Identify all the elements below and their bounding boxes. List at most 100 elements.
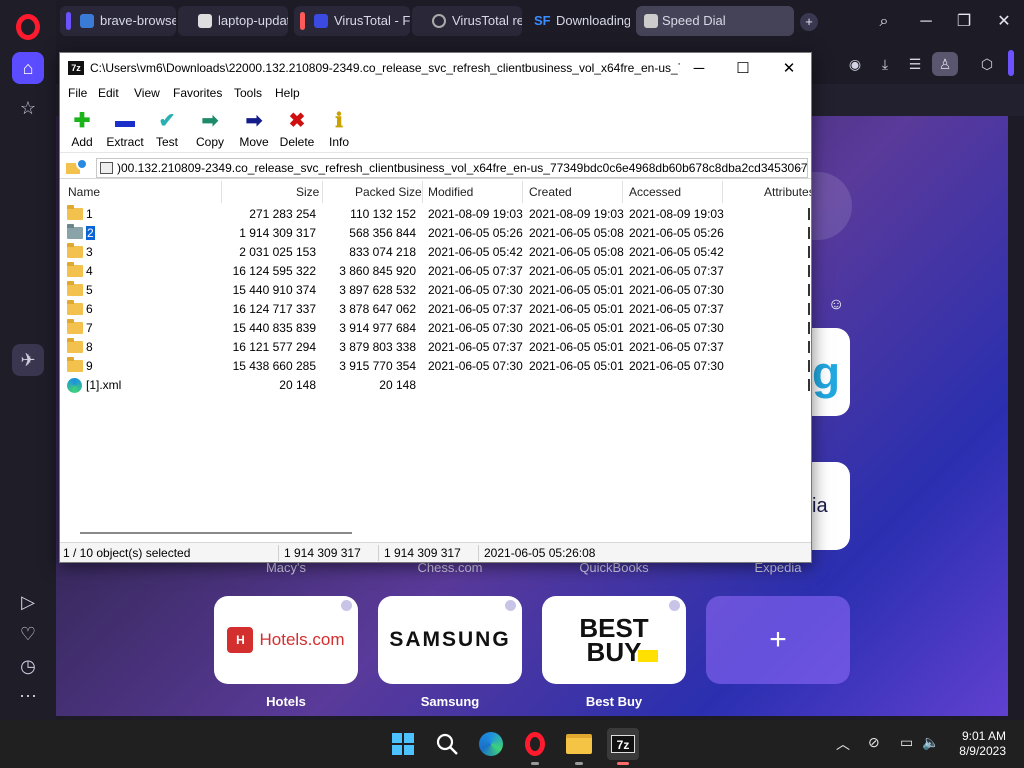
tab-brave-browser[interactable]: brave-browser: [60, 6, 176, 36]
table-row[interactable]: 9 15 438 660 285 3 915 770 354 2021-06-05 0…: [60, 357, 811, 376]
minimize-button[interactable]: ─: [676, 57, 722, 81]
bookmark-star-icon[interactable]: ☆: [12, 92, 44, 124]
extract-button[interactable]: ▬ Extract: [104, 109, 146, 151]
taskbar-7zip[interactable]: 7z: [607, 728, 639, 760]
tab-downloading[interactable]: SF Downloading: [526, 6, 630, 36]
volume-icon[interactable]: 🔈: [922, 734, 939, 751]
chevron-down-icon[interactable]: ⌵: [795, 159, 803, 177]
close-button[interactable]: ✕: [992, 10, 1016, 34]
menu-file[interactable]: File: [68, 86, 87, 100]
new-tab-button[interactable]: +: [800, 13, 818, 31]
clock[interactable]: 9:01 AM 8/9/2023: [959, 729, 1006, 759]
table-row[interactable]: 3 2 031 025 153 833 074 218 2021-06-05 05:4…: [60, 243, 811, 262]
column-name[interactable]: Name: [68, 185, 100, 199]
column-divider[interactable]: [422, 181, 423, 203]
heart-icon[interactable]: ♡: [12, 618, 44, 650]
speed-dial-tile-partial[interactable]: g: [810, 328, 850, 416]
tab-virustotal-report[interactable]: VirusTotal rep: [412, 6, 522, 36]
history-clock-icon[interactable]: ◷: [12, 650, 44, 682]
column-size[interactable]: Size: [296, 185, 319, 199]
menu-tools[interactable]: Tools: [234, 86, 262, 100]
toolbar: ✚ Add ▬ Extract ✔ Test ➡ Copy ➡ Move ✖ D…: [60, 105, 811, 153]
opera-logo-icon[interactable]: [16, 14, 40, 40]
tile-menu-dot[interactable]: [669, 600, 680, 611]
cell-size: 16 124 717 337: [232, 302, 316, 316]
tab-speed-dial[interactable]: Speed Dial: [636, 6, 794, 36]
taskbar-edge[interactable]: [475, 728, 507, 760]
table-row[interactable]: 1 271 283 254 110 132 152 2021-08-09 19:03 2…: [60, 205, 811, 224]
tile-label-samsung[interactable]: Samsung: [378, 694, 522, 709]
search-button[interactable]: [431, 728, 463, 760]
path-combobox[interactable]: )00.132.210809-2349.co_release_svc_refre…: [96, 158, 808, 178]
menu-edit[interactable]: Edit: [98, 86, 119, 100]
column-divider[interactable]: [622, 181, 623, 203]
account-icon[interactable]: ♙: [932, 52, 958, 76]
home-icon[interactable]: ⌂: [12, 52, 44, 84]
add-site-tile[interactable]: +: [706, 596, 850, 684]
move-button[interactable]: ➡ Move: [238, 109, 270, 151]
extensions-cube-icon[interactable]: ⬡: [974, 52, 1000, 76]
table-row[interactable]: 4 16 124 595 322 3 860 845 920 2021-06-05 0…: [60, 262, 811, 281]
menu-help[interactable]: Help: [275, 86, 300, 100]
menu-view[interactable]: View: [134, 86, 160, 100]
cell-packed-size: 3 914 977 684: [339, 321, 416, 335]
downloads-icon[interactable]: ⤓: [872, 52, 898, 76]
7zip-file-manager-window: 7z C:\Users\vm6\Downloads\22000.132.2108…: [59, 52, 812, 563]
network-offline-icon[interactable]: ⊘: [868, 734, 880, 751]
tab-search-icon[interactable]: ⌕: [872, 10, 896, 34]
chevron-up-icon[interactable]: ︿: [836, 734, 850, 754]
tile-label-bestbuy[interactable]: Best Buy: [542, 694, 686, 709]
column-divider[interactable]: [522, 181, 523, 203]
display-icon[interactable]: ▭: [900, 734, 913, 751]
taskbar-opera[interactable]: [519, 728, 551, 760]
restore-button[interactable]: ❐: [952, 10, 976, 34]
column-accessed[interactable]: Accessed: [629, 185, 681, 199]
column-attributes[interactable]: Attributes: [764, 185, 811, 199]
taskbar-file-explorer[interactable]: [563, 728, 595, 760]
flow-icon[interactable]: ✈: [12, 344, 44, 376]
tab-virustotal-file[interactable]: VirusTotal - Fi: [294, 6, 410, 36]
copy-button[interactable]: ➡ Copy: [194, 109, 226, 151]
snapshot-camera-icon[interactable]: ◉: [842, 52, 868, 76]
menu-favorites[interactable]: Favorites: [173, 86, 222, 100]
tile-menu-dot[interactable]: [341, 600, 352, 611]
horizontal-scrollbar[interactable]: [60, 527, 811, 541]
customize-icon[interactable]: ☺: [828, 296, 844, 314]
close-button[interactable]: ✕: [766, 57, 812, 81]
column-packed-size[interactable]: Packed Size: [355, 185, 422, 199]
column-modified[interactable]: Modified: [428, 185, 473, 199]
table-row[interactable]: 5 15 440 910 374 3 897 628 532 2021-06-05 0…: [60, 281, 811, 300]
table-row[interactable]: 6 16 124 717 337 3 878 647 062 2021-06-05 0…: [60, 300, 811, 319]
sidebar-handle[interactable]: [1008, 50, 1014, 76]
column-created[interactable]: Created: [529, 185, 572, 199]
windows-start-icon: [392, 733, 414, 755]
tab-laptop-update[interactable]: laptop-update: [178, 6, 288, 36]
test-button[interactable]: ✔ Test: [154, 109, 180, 151]
tile-menu-dot[interactable]: [505, 600, 516, 611]
column-divider[interactable]: [722, 181, 723, 203]
table-row[interactable]: [1].xml 20 148 20 148: [60, 376, 811, 395]
column-divider[interactable]: [221, 181, 222, 203]
title-bar[interactable]: 7z C:\Users\vm6\Downloads\22000.132.2108…: [60, 53, 811, 84]
minimize-button[interactable]: ─: [914, 10, 938, 34]
more-dots-icon[interactable]: ⋯: [12, 680, 44, 712]
scrollbar-thumb[interactable]: [80, 532, 352, 534]
folder-up-button[interactable]: [66, 158, 94, 177]
table-row[interactable]: 7 15 440 835 839 3 914 977 684 2021-06-05 0…: [60, 319, 811, 338]
add-button[interactable]: ✚ Add: [68, 109, 96, 151]
speed-dial-tile-bestbuy[interactable]: BEST BUY: [542, 596, 686, 684]
table-row[interactable]: 8 16 121 577 294 3 879 803 338 2021-06-05 0…: [60, 338, 811, 357]
delete-button[interactable]: ✖ Delete: [278, 109, 316, 151]
cell-packed-size: 568 356 844: [349, 226, 416, 240]
info-button[interactable]: ℹ Info: [326, 109, 352, 151]
column-divider[interactable]: [322, 181, 323, 203]
tile-label-hotels[interactable]: Hotels: [214, 694, 358, 709]
easy-setup-icon[interactable]: ☰: [902, 52, 928, 76]
player-icon[interactable]: ▷: [12, 586, 44, 618]
table-row[interactable]: 2 1 914 309 317 568 356 844 2021-06-05 05:2…: [60, 224, 811, 243]
speed-dial-tile-expedia[interactable]: ia: [810, 462, 850, 550]
start-button[interactable]: [387, 728, 419, 760]
speed-dial-tile-samsung[interactable]: SAMSUNG: [378, 596, 522, 684]
speed-dial-tile-hotels[interactable]: H Hotels.com: [214, 596, 358, 684]
maximize-button[interactable]: ☐: [720, 57, 766, 81]
